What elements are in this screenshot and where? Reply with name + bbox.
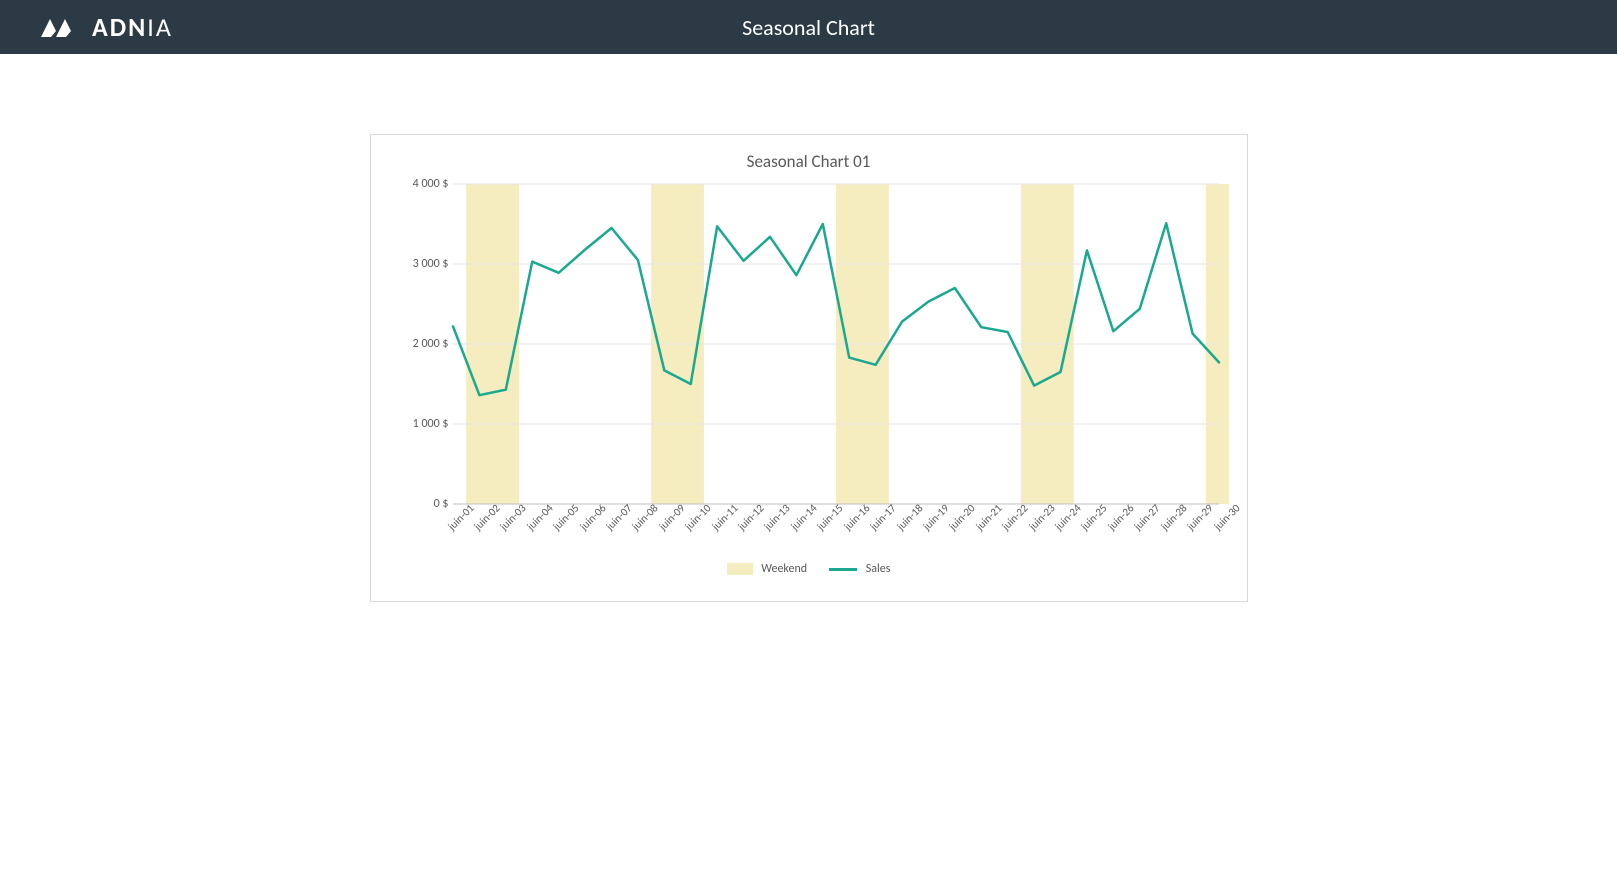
legend-weekend-label: Weekend xyxy=(761,562,807,576)
y-tick-label: 1 000 $ xyxy=(413,417,449,431)
chart-title: Seasonal Chart 01 xyxy=(389,151,1229,172)
brand-text: ADNIA xyxy=(92,11,173,43)
chart-legend: Weekend Sales xyxy=(389,562,1229,576)
y-tick-label: 3 000 $ xyxy=(413,257,449,271)
page-title: Seasonal Chart xyxy=(742,14,875,41)
chart-svg xyxy=(389,178,1229,518)
logo-mark-icon xyxy=(40,15,78,39)
chart-plot: 4 000 $3 000 $2 000 $1 000 $0 $juin-01ju… xyxy=(389,178,1229,518)
chart-card: Seasonal Chart 01 4 000 $ 3 000 $ 2 000 $ 1… xyxy=(370,134,1248,602)
legend-sales-label: Sales xyxy=(866,562,891,576)
y-tick-label: 0 $ xyxy=(434,497,449,511)
legend-sales: Sales xyxy=(829,562,890,576)
topbar: ADNIA Seasonal Chart xyxy=(0,0,1617,54)
legend-weekend-swatch-icon xyxy=(727,563,753,575)
brand-left: ADN xyxy=(92,11,147,43)
legend-sales-swatch-icon xyxy=(829,568,857,571)
y-tick-label: 2 000 $ xyxy=(413,337,449,351)
legend-weekend: Weekend xyxy=(727,562,808,576)
brand-logo: ADNIA xyxy=(40,11,173,43)
brand-right: IA xyxy=(147,11,173,43)
y-tick-label: 4 000 $ xyxy=(413,177,449,191)
